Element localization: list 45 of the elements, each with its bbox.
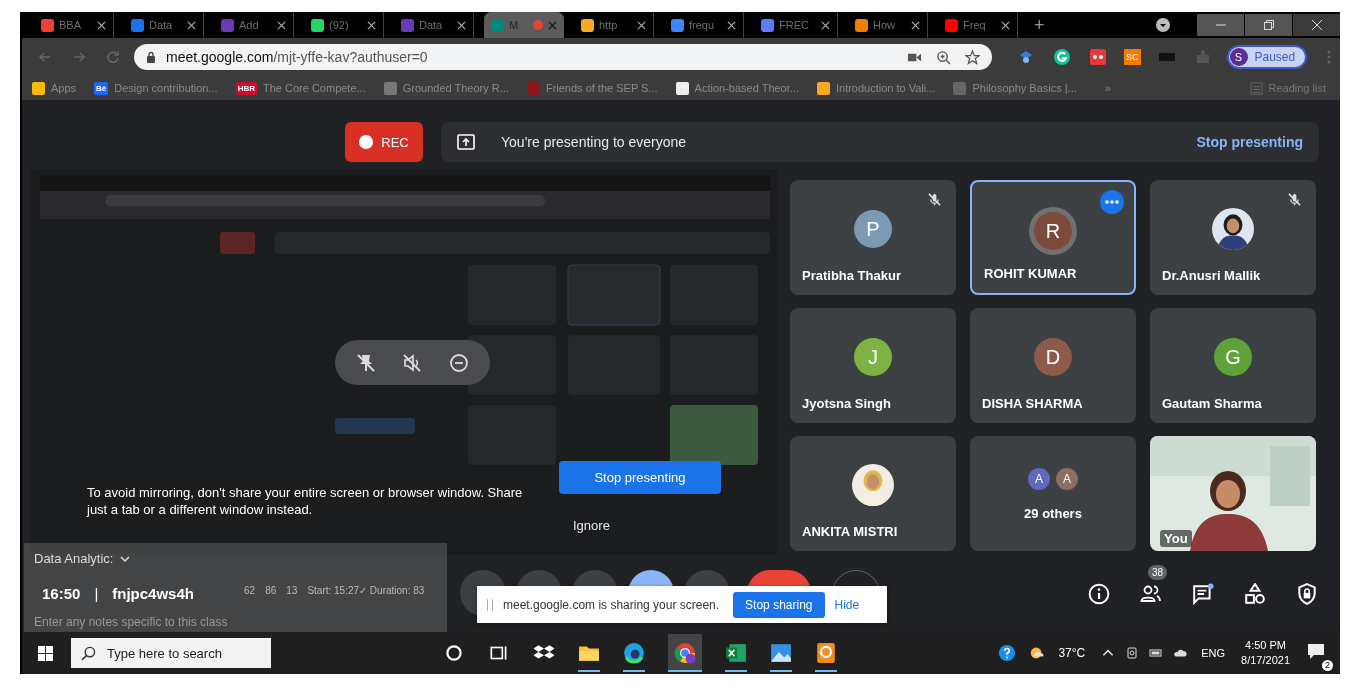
participant-name: Dr.Anusri Mallik	[1162, 268, 1261, 283]
stat-count: 62	[244, 585, 256, 596]
tab-title: BBA	[59, 19, 82, 31]
participant-name: You	[1160, 530, 1192, 547]
profile-status: Paused	[1254, 50, 1296, 64]
participant-name: Gautam Sharma	[1162, 396, 1262, 411]
mirroring-warning: To avoid mirroring, don't share your entire screen or browser window. Share just a tab or a different window instead.	[87, 484, 524, 518]
avatar: D	[1034, 338, 1072, 376]
temperature: 37°C	[1058, 646, 1086, 660]
avatar: J	[854, 338, 892, 376]
notification-count: 2	[1322, 660, 1333, 671]
participant-name: ROHIT KUMAR	[984, 266, 1077, 281]
participant-count: 38	[1148, 564, 1168, 580]
url-path: /mjt-yffe-kav?authuser=0	[273, 49, 428, 65]
tab-title: http	[599, 19, 619, 31]
stat-count: 86	[265, 585, 277, 596]
tab-title: (92)	[329, 19, 350, 31]
banner-text: You're presenting to everyone	[501, 134, 687, 150]
avatar: A	[1028, 468, 1050, 490]
participant-name: ANKITA MISTRI	[802, 524, 898, 539]
clock-time: 4:50 PM	[1245, 638, 1286, 653]
participant-name: DISHA SHARMA	[982, 396, 1083, 411]
separator: |	[94, 585, 99, 602]
avatar: A	[1056, 468, 1078, 490]
tab-title: M	[509, 19, 520, 31]
avatar: S	[1229, 48, 1248, 66]
avatar: P	[854, 210, 892, 248]
tab-title: Data	[419, 19, 444, 31]
avatar: G	[1214, 338, 1252, 376]
participant-name: Jyotsna Singh	[802, 396, 891, 411]
tab-title: Add	[239, 19, 260, 31]
tab-title: Data	[149, 19, 174, 31]
url-host: meet.google.com	[166, 49, 274, 65]
tab-title: Freq	[963, 19, 987, 31]
sharing-text: meet.google.com is sharing your screen.	[503, 597, 720, 612]
meeting-time: 16:50	[42, 585, 81, 602]
tab-title: FREC	[779, 19, 810, 31]
tab-title: frequ	[689, 19, 716, 31]
tab-title: How	[873, 19, 896, 31]
session-info: Start: 15:27✓ Duration: 83	[307, 585, 425, 596]
participant-name: 29 others	[1023, 506, 1083, 521]
meeting-code: fnjpc4ws4h	[112, 585, 194, 602]
participant-name: Pratibha Thakur	[802, 268, 901, 283]
stat-count: 13	[286, 585, 298, 596]
clock-date: 8/17/2021	[1241, 653, 1290, 668]
